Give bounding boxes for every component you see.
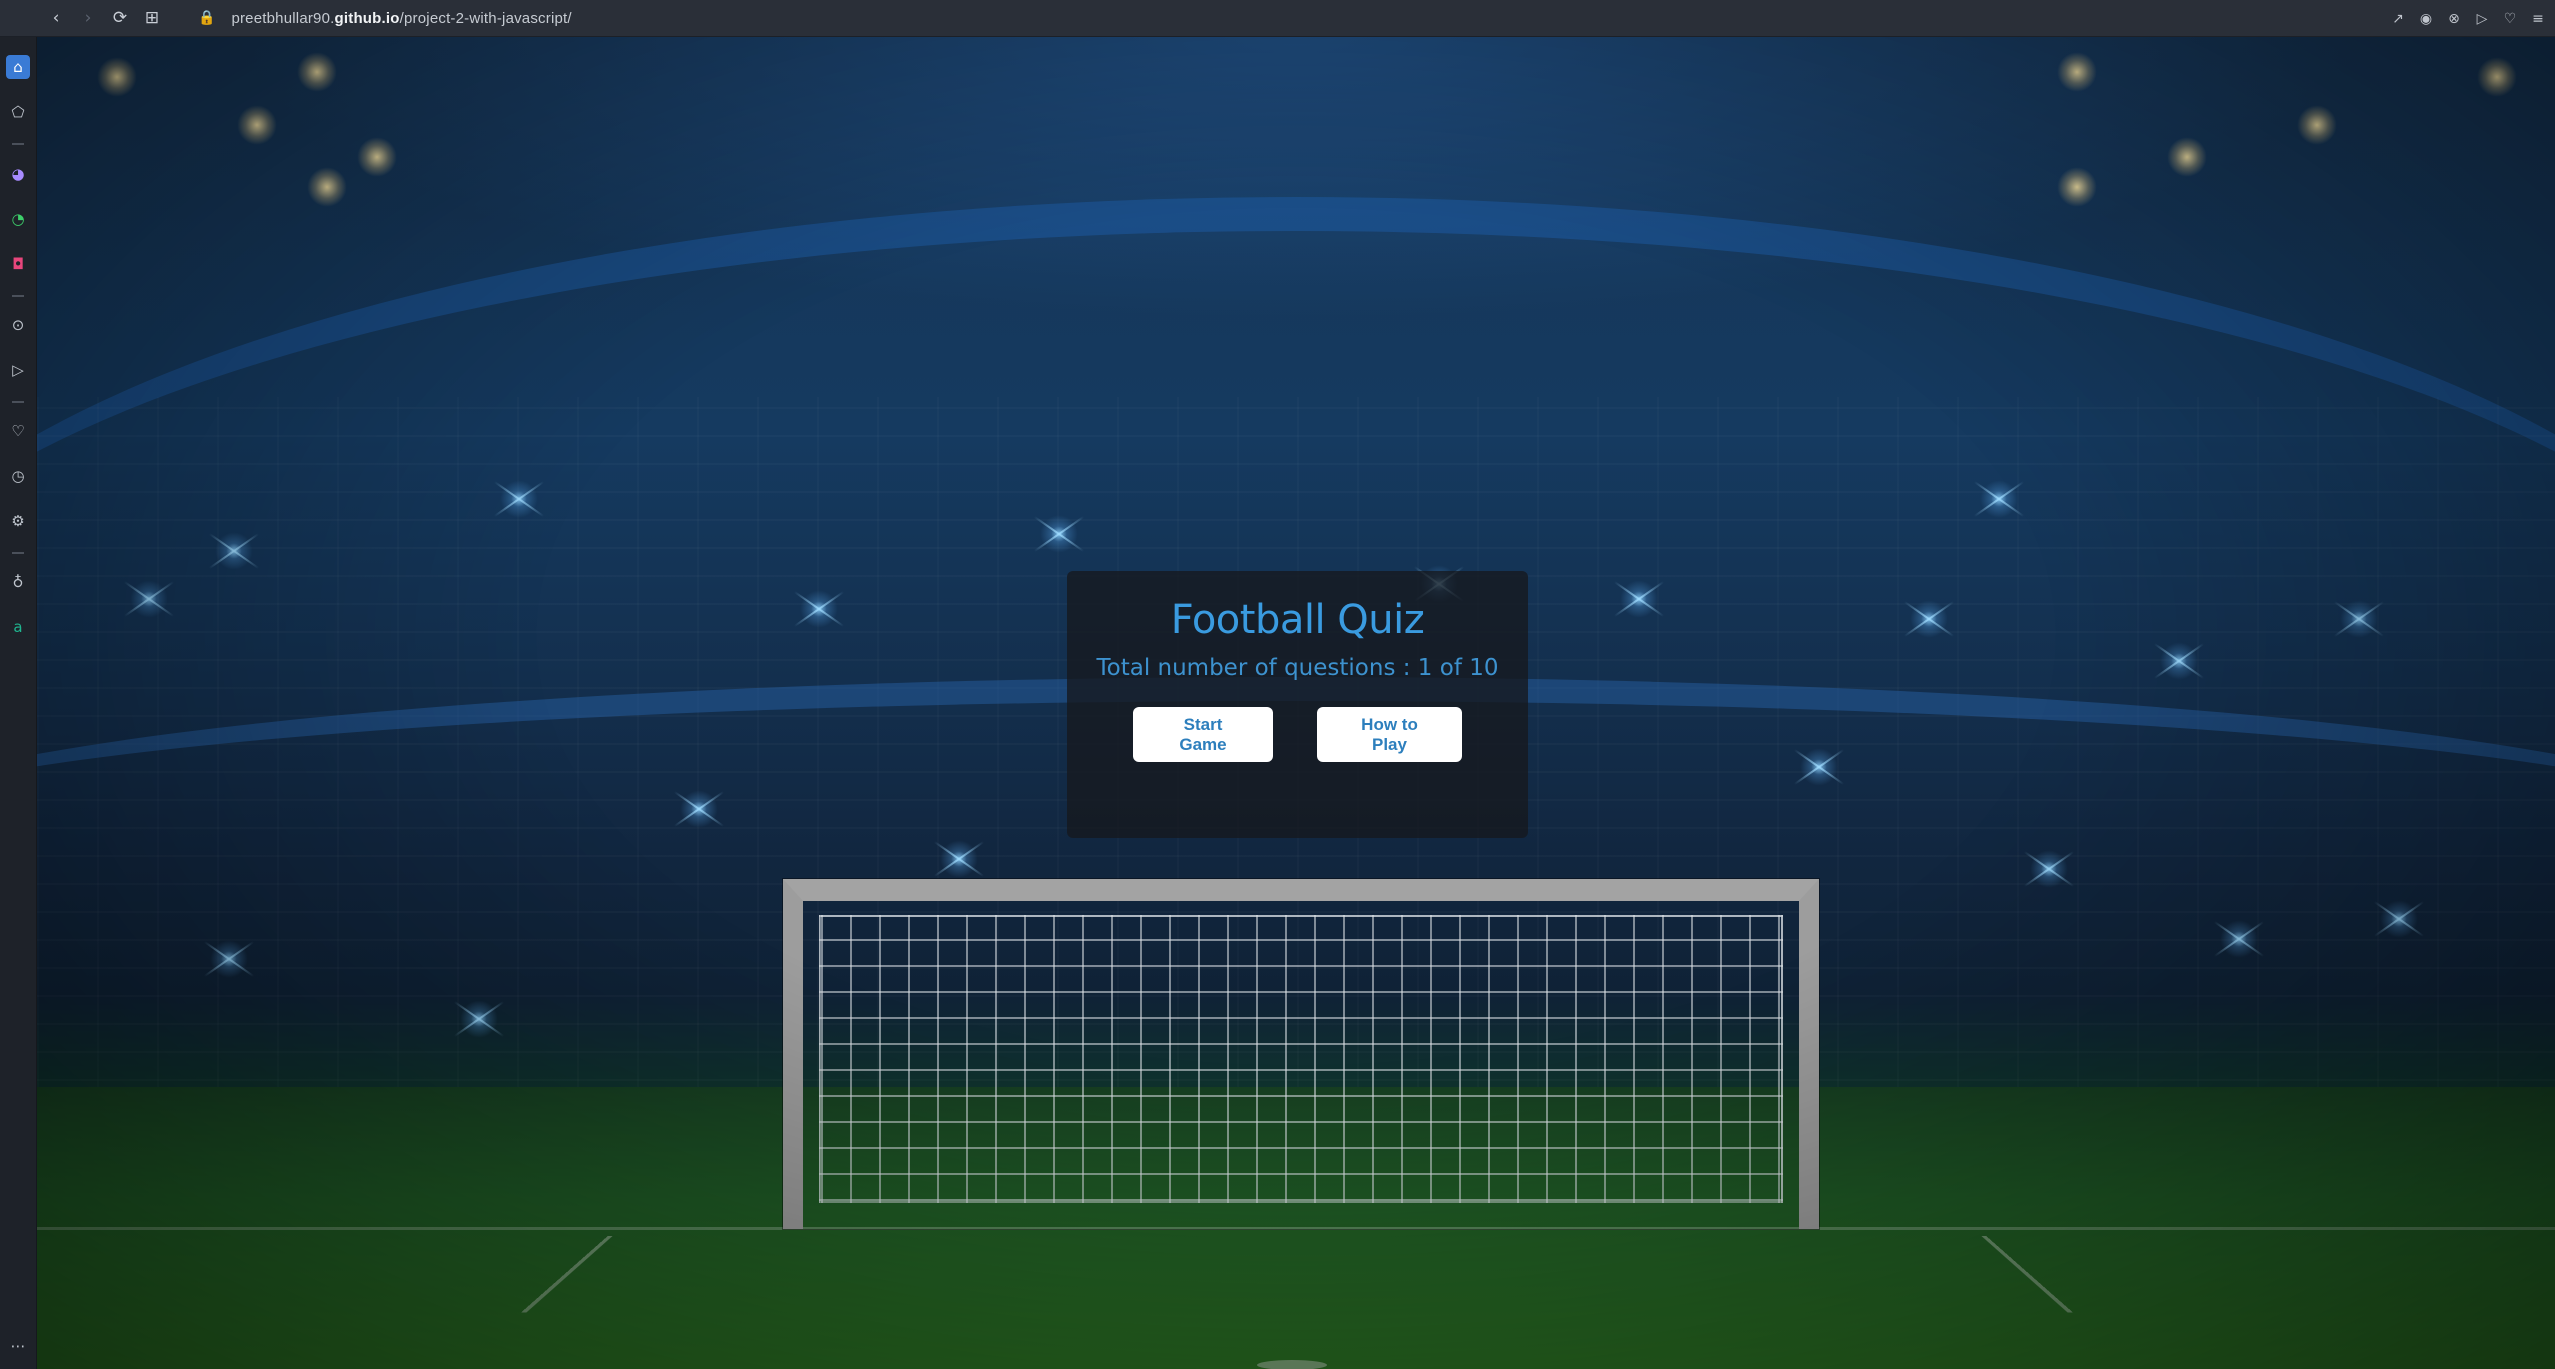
address-bar[interactable]: preetbhullar90.github.io/project-2-with-… [231, 10, 571, 27]
nav-buttons: ‹ › ⟳ ⊞ [40, 0, 168, 37]
lock-icon: 🔒 [198, 10, 216, 26]
messenger-icon[interactable]: ◕ [6, 162, 30, 186]
camera-icon[interactable]: ◉ [2417, 10, 2435, 28]
start-game-button[interactable]: Start Game [1133, 707, 1273, 762]
question-count: Total number of questions : 1 of 10 [1096, 655, 1499, 681]
browser-sidebar: ⌂ ⬠ ◕ ◔ ◘ ⊙ ▷ ♡ ◷ ⚙ ♁ a ⋯ [0, 37, 37, 1369]
url-path: /project-2-with-javascript/ [399, 9, 572, 27]
player-icon[interactable]: ⊙ [6, 313, 30, 337]
tips-icon[interactable]: ♁ [6, 570, 30, 594]
history-icon[interactable]: ◷ [6, 464, 30, 488]
back-button[interactable]: ‹ [40, 0, 72, 37]
quiz-intro-card: Football Quiz Total number of questions … [1067, 571, 1528, 838]
card-actions: Start Game How to Play [1067, 707, 1528, 762]
reload-button[interactable]: ⟳ [104, 0, 136, 37]
home-icon[interactable]: ⌂ [6, 55, 30, 79]
how-to-play-button[interactable]: How to Play [1317, 707, 1462, 762]
sidebar-divider [12, 143, 24, 145]
browser-toolbar: ‹ › ⟳ ⊞ 🔒 preetbhullar90.github.io/proje… [0, 0, 2555, 37]
settings-icon[interactable]: ⚙ [6, 509, 30, 533]
forward-icon: › [84, 8, 92, 28]
reload-icon: ⟳ [112, 8, 128, 28]
url-domain: github.io [334, 9, 400, 27]
send-icon[interactable]: ▷ [2473, 10, 2491, 28]
sidebar-divider [12, 552, 24, 554]
menu-icon[interactable]: ≡ [2529, 10, 2547, 28]
heart-icon[interactable]: ♡ [6, 419, 30, 443]
tabs-icon: ⊞ [144, 8, 160, 28]
share-icon[interactable]: ↗ [2389, 10, 2407, 28]
back-icon: ‹ [52, 8, 60, 28]
bookmark-icon[interactable]: ⬠ [6, 100, 30, 124]
extension-icon[interactable]: a [6, 615, 30, 639]
sidebar-divider [12, 401, 24, 403]
more-icon[interactable]: ⋯ [6, 1334, 30, 1358]
page-viewport: Football Quiz Total number of questions … [37, 37, 2555, 1369]
forward-button[interactable]: › [72, 0, 104, 37]
heart-icon[interactable]: ♡ [2501, 10, 2519, 28]
adblock-icon[interactable]: ⊗ [2445, 10, 2463, 28]
whatsapp-icon[interactable]: ◔ [6, 207, 30, 231]
toolbar-actions: ↗ ◉ ⊗ ▷ ♡ ≡ [2389, 0, 2547, 37]
send-icon[interactable]: ▷ [6, 358, 30, 382]
sidebar-divider [12, 295, 24, 297]
quiz-title: Football Quiz [1170, 597, 1425, 643]
tabs-button[interactable]: ⊞ [136, 0, 168, 37]
url-prefix: preetbhullar90. [231, 9, 335, 27]
instagram-icon[interactable]: ◘ [6, 252, 30, 276]
